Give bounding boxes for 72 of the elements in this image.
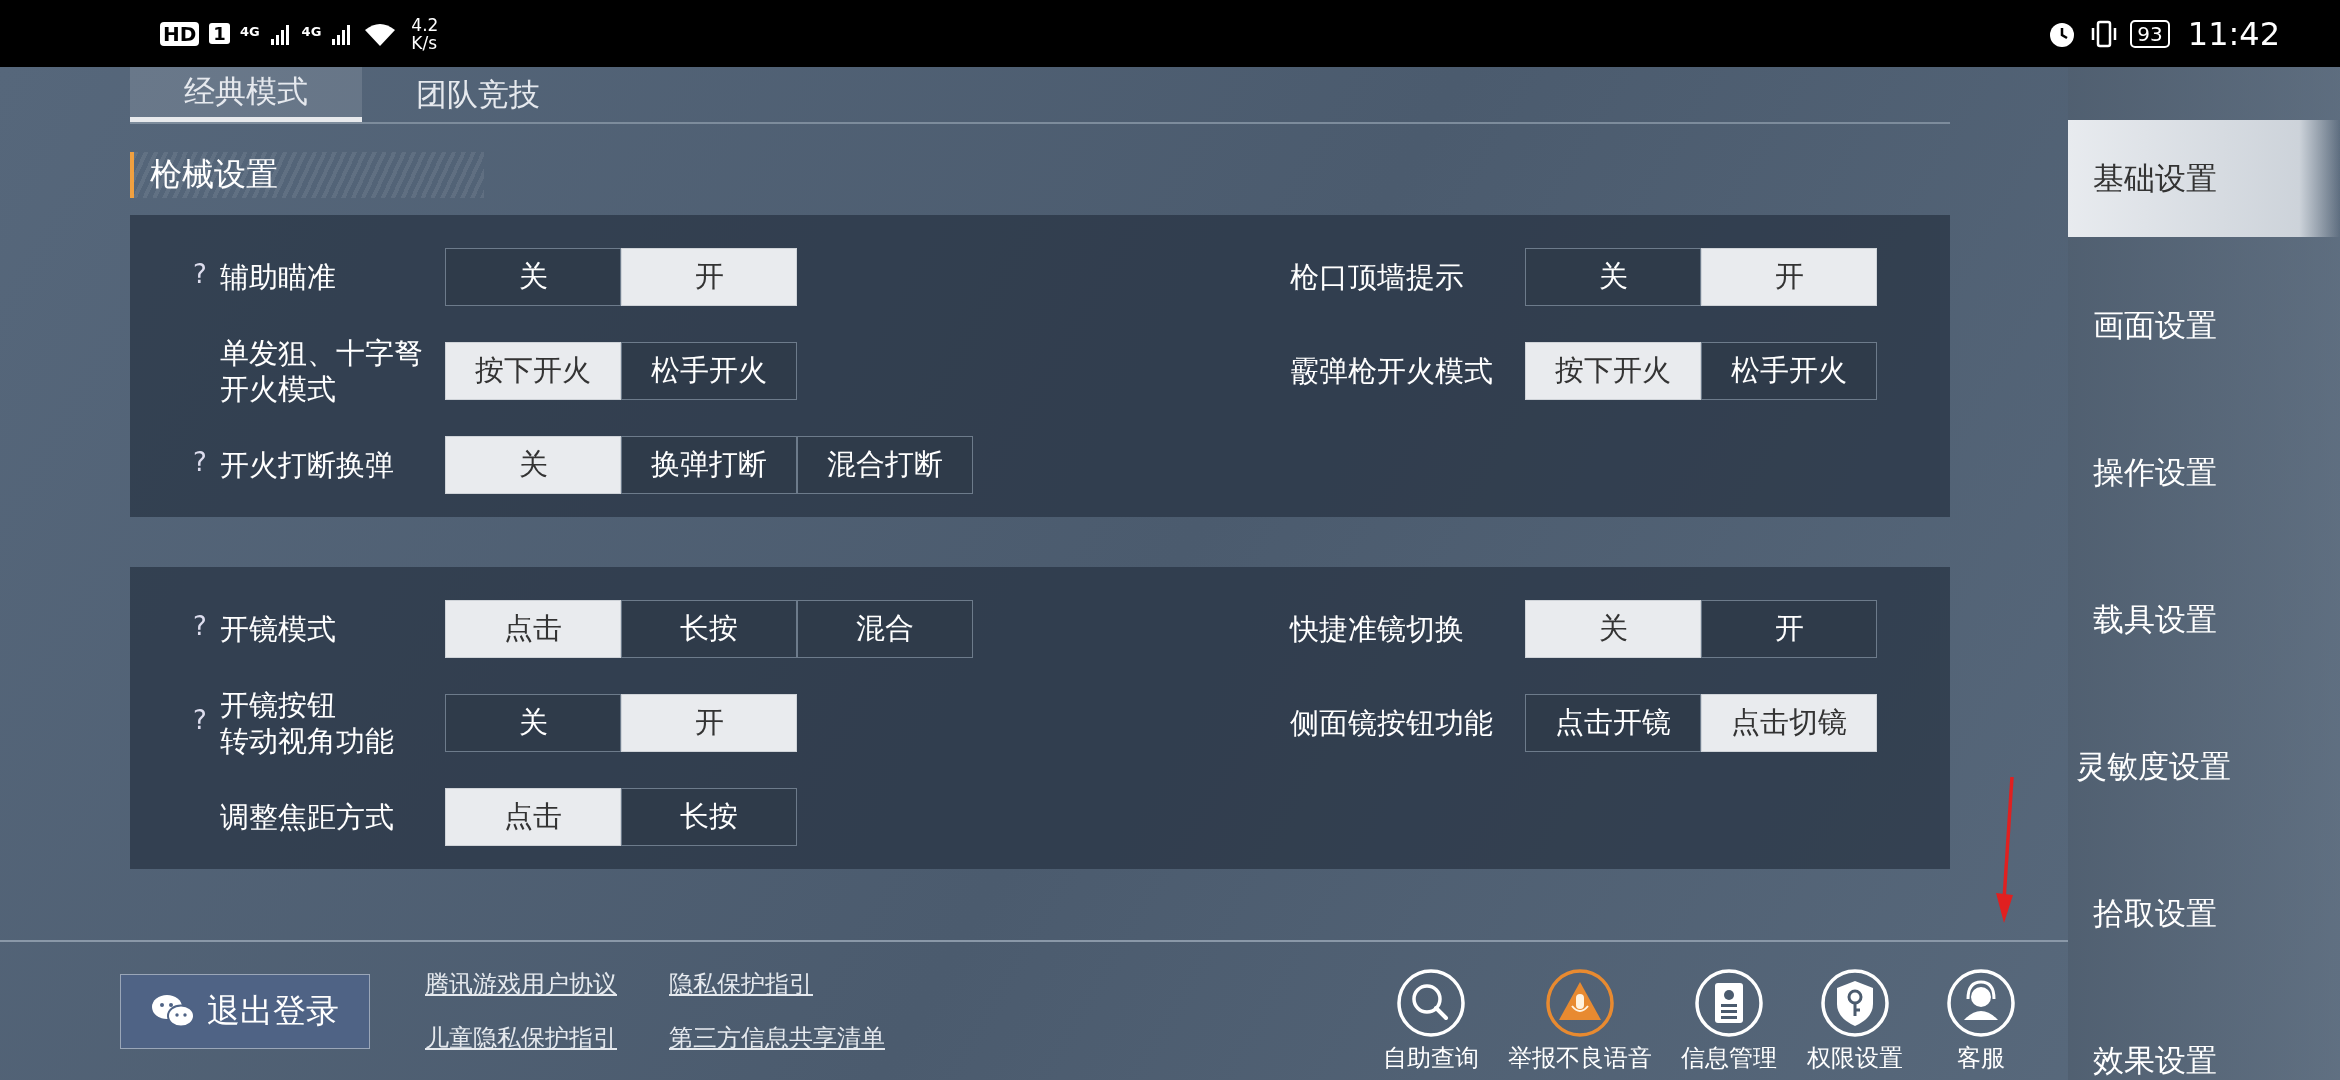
option-button[interactable]: 换弹打断 — [621, 436, 797, 494]
logout-button[interactable]: 退出登录 — [120, 973, 370, 1049]
setting-label: 开火模式 — [220, 371, 336, 407]
setting-label: 辅助瞄准 — [220, 259, 337, 295]
signal-icon — [269, 22, 292, 45]
warning-microphone-icon — [1545, 968, 1615, 1038]
option-button[interactable]: 关 — [445, 694, 621, 752]
option-button[interactable]: 关 — [1525, 600, 1701, 658]
sidebar-item[interactable]: 拾取设置 — [2068, 840, 2340, 987]
policy-link[interactable]: 隐私保护指引 — [669, 968, 885, 1000]
option-button[interactable]: 点击 — [445, 788, 621, 846]
option-button[interactable]: 开 — [1701, 248, 1877, 306]
setting-label: 枪口顶墙提示 — [1290, 259, 1465, 295]
option-button[interactable]: 长按 — [621, 600, 797, 658]
policy-link[interactable]: 儿童隐私保护指引 — [425, 1022, 617, 1054]
footer-action[interactable]: 权限设置 — [1798, 968, 1912, 1074]
option-button[interactable]: 点击 — [445, 600, 621, 658]
footer-action[interactable]: 自助查询 — [1374, 968, 1488, 1074]
sidebar-item[interactable]: 效果设置 — [2068, 987, 2340, 1080]
setting-label: 转动视角功能 — [220, 723, 394, 759]
setting-label: 开镜模式 — [220, 611, 337, 647]
headset-agent-icon — [1946, 968, 2016, 1038]
sidebar-item[interactable]: 载具设置 — [2068, 546, 2340, 693]
option-button[interactable]: 混合 — [797, 600, 973, 658]
option-button[interactable]: 长按 — [621, 788, 797, 846]
network-type: 4G — [301, 23, 322, 39]
setting-label: 侧面镜按钮功能 — [1290, 705, 1494, 741]
footer-action[interactable]: 信息管理 — [1672, 968, 1786, 1074]
sim-badge: 1 — [209, 23, 230, 44]
battery-level: 93 — [2130, 19, 2170, 48]
option-button[interactable]: 点击切镜 — [1701, 694, 1877, 752]
footer-action[interactable]: 举报不良语音 — [1500, 968, 1660, 1074]
option-button[interactable]: 开 — [621, 694, 797, 752]
mode-tab[interactable]: 经典模式 — [130, 67, 362, 122]
sidebar-item[interactable]: 操作设置 — [2068, 399, 2340, 546]
setting-label: 开火打断换弹 — [220, 447, 395, 483]
setting-label: 霰弹枪开火模式 — [1290, 353, 1494, 389]
option-button[interactable]: 开 — [1701, 600, 1877, 658]
help-icon[interactable]: ? — [180, 259, 220, 289]
setting-label: 调整焦距方式 — [220, 799, 395, 835]
shield-key-icon — [1820, 968, 1890, 1038]
mode-tab[interactable]: 团队竞技 — [362, 67, 594, 122]
option-button[interactable]: 开 — [621, 248, 797, 306]
sidebar-item[interactable]: 画面设置 — [2068, 252, 2340, 399]
option-button[interactable]: 松手开火 — [1701, 342, 1877, 400]
help-icon[interactable]: ? — [180, 447, 220, 477]
option-button[interactable]: 按下开火 — [445, 342, 621, 400]
option-button[interactable]: 混合打断 — [797, 436, 973, 494]
setting-label: 快捷准镜切换 — [1290, 611, 1465, 647]
speed-unit: K/s — [411, 33, 439, 52]
option-button[interactable]: 松手开火 — [621, 342, 797, 400]
help-icon[interactable]: ? — [180, 611, 220, 641]
policy-link[interactable]: 腾讯游戏用户协议 — [425, 968, 617, 1000]
sidebar-item[interactable]: 灵敏度设置 — [2068, 693, 2340, 840]
option-button[interactable]: 关 — [445, 248, 621, 306]
setting-label: 开镜按钮 — [220, 687, 336, 723]
id-card-icon — [1694, 968, 1764, 1038]
footer-action[interactable]: 客服 — [1924, 968, 2038, 1074]
option-button[interactable]: 按下开火 — [1525, 342, 1701, 400]
policy-link[interactable]: 第三方信息共享清单 — [669, 1022, 885, 1054]
network-type: 4G — [239, 23, 260, 39]
clock: 11:42 — [2187, 14, 2280, 53]
option-button[interactable]: 关 — [1525, 248, 1701, 306]
sidebar-item[interactable]: 基础设置 — [2068, 120, 2340, 237]
setting-label: 单发狙、十字弩 — [220, 335, 423, 371]
option-button[interactable]: 关 — [445, 436, 621, 494]
section-title: 枪械设置 — [149, 154, 278, 195]
speed-value: 4.2 — [411, 15, 439, 34]
search-icon — [1396, 968, 1466, 1038]
option-button[interactable]: 点击开镜 — [1525, 694, 1701, 752]
help-icon[interactable]: ? — [180, 705, 220, 735]
hd-badge: HD — [160, 21, 200, 46]
